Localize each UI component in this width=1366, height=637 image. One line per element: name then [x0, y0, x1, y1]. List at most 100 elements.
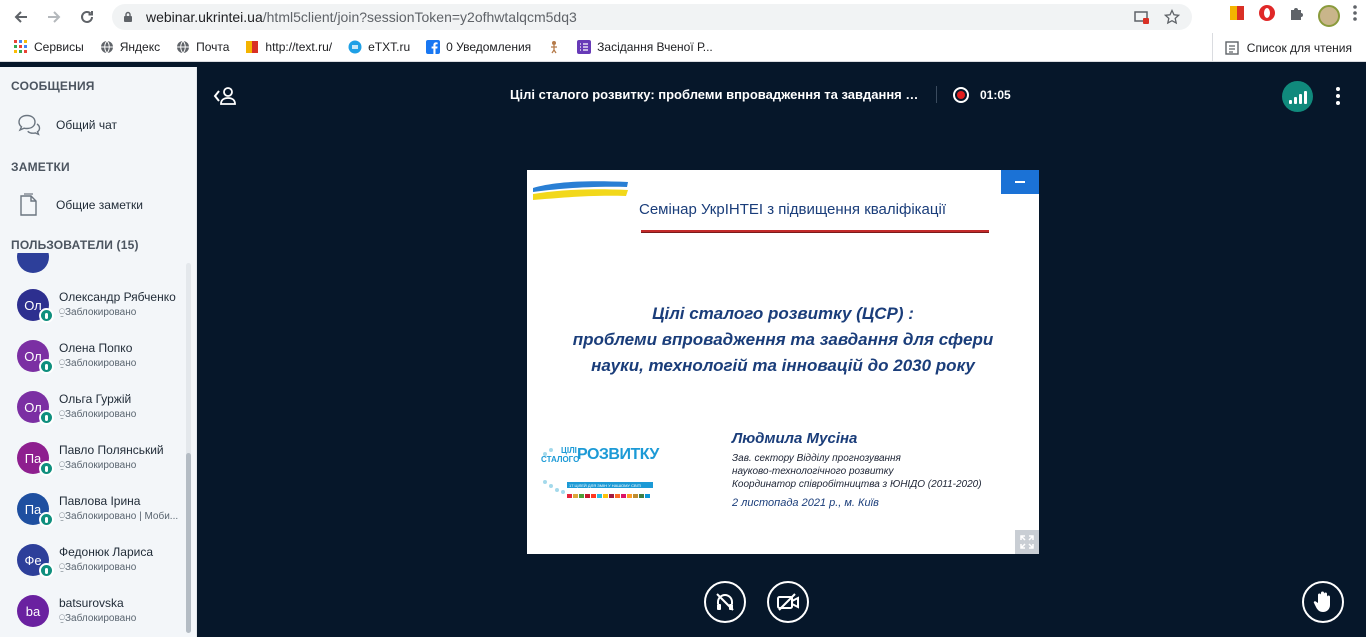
- bookmark-figure[interactable]: [547, 40, 561, 54]
- bookmark-label: 0 Уведомления: [446, 40, 532, 54]
- user-status: ⍜Заблокировано: [59, 409, 137, 420]
- signal-bar: [1298, 94, 1302, 104]
- opera-icon[interactable]: [1258, 4, 1276, 27]
- user-name: Павлова Ірина: [59, 494, 141, 508]
- microphone-icon: [39, 308, 54, 323]
- sdg-logo-small2: СТАЛОГО: [541, 455, 580, 464]
- url-host: webinar.ukrintei.ua: [146, 9, 263, 25]
- user-name: Олена Попко: [59, 341, 133, 355]
- reading-list-icon: [1225, 40, 1239, 55]
- user-list-item[interactable]: Па Павлова Ірина ⍜Заблокировано | Моби..…: [0, 487, 190, 538]
- forms-icon: [577, 40, 592, 54]
- user-list-item[interactable]: [0, 253, 190, 286]
- video-off-icon: [777, 593, 799, 611]
- profile-avatar[interactable]: [1318, 4, 1340, 27]
- textru-flag-icon: [246, 41, 259, 53]
- chevron-user-icon: [213, 87, 236, 105]
- address-bar[interactable]: webinar.ukrintei.ua/html5client/join?ses…: [112, 4, 1192, 30]
- raise-hand-icon: [1313, 591, 1330, 612]
- url-path: /html5client/join?sessionToken=y2ofhwtal…: [262, 9, 577, 25]
- etxt-icon: [348, 40, 362, 54]
- user-status: ⍜Заблокировано: [59, 613, 137, 624]
- recording-indicator[interactable]: [953, 87, 969, 103]
- sdg-logo-small: ЦІЛІ: [561, 446, 577, 455]
- bookmark-facebook[interactable]: 0 Уведомления: [426, 40, 531, 54]
- user-list-item[interactable]: Фе Федонюк Лариса ⍜Заблокировано: [0, 538, 190, 589]
- role-line: Зав. сектору Відділу прогнозування: [732, 453, 901, 464]
- user-list-item[interactable]: Ол Олена Попко ⍜Заблокировано: [0, 334, 190, 385]
- bookmark-textru[interactable]: http://text.ru/: [245, 40, 332, 54]
- avatar: [17, 253, 49, 273]
- forward-arrow-icon[interactable]: [41, 4, 67, 30]
- apps-grid-icon: [14, 40, 27, 53]
- minimize-presentation-button[interactable]: [1001, 170, 1039, 194]
- slide-title-line: проблеми впровадження та завдання для сф…: [572, 330, 994, 349]
- microphone-icon: [39, 359, 54, 374]
- figure-icon: [551, 41, 558, 54]
- slide-title-line: Цілі сталого розвитку (ЦСР) :: [652, 304, 914, 323]
- microphone-icon: [39, 512, 54, 527]
- notes-section-title: ЗАМЕТКИ: [11, 160, 70, 174]
- browser-toolbar: webinar.ukrintei.ua/html5client/join?ses…: [0, 0, 1366, 33]
- lock-icon: [124, 11, 132, 22]
- user-list-item[interactable]: Ол Ольга Гуржій ⍜Заблокировано: [0, 385, 190, 436]
- reading-list[interactable]: Список для чтения: [1211, 33, 1352, 62]
- shared-notes-item[interactable]: Общие заметки: [0, 183, 143, 227]
- sdg-logo-big: РОЗВИТКУ: [577, 446, 659, 463]
- share-webcam-button[interactable]: [767, 581, 809, 623]
- bookmark-label: Сервисы: [34, 40, 84, 54]
- blocked-popup-icon[interactable]: [1134, 9, 1150, 28]
- extensions-puzzle-icon[interactable]: [1288, 4, 1306, 27]
- user-status: ⍜Заблокировано: [59, 358, 137, 369]
- back-arrow-icon[interactable]: [8, 4, 34, 30]
- reload-icon[interactable]: [74, 4, 100, 30]
- user-list-item[interactable]: Па Павло Полянський ⍜Заблокировано: [0, 436, 190, 487]
- user-list[interactable]: Ол Олександр Рябченко ⍜Заблокировано Ол …: [0, 253, 196, 637]
- bookmark-forms[interactable]: Засідання Вченої Р...: [577, 40, 713, 54]
- scrollbar-thumb[interactable]: [186, 453, 191, 633]
- public-chat-item[interactable]: Общий чат: [0, 103, 117, 147]
- microphone-icon: [39, 461, 54, 476]
- fullscreen-button[interactable]: [1015, 530, 1039, 554]
- slide-seminar-title: Семінар УкрІНТЕІ з підвищення кваліфікац…: [639, 201, 946, 218]
- divider: [936, 86, 937, 103]
- public-chat-label: Общий чат: [56, 118, 117, 132]
- connection-status-button[interactable]: [1282, 81, 1313, 112]
- toggle-userlist-button[interactable]: [212, 85, 238, 107]
- options-menu-button[interactable]: [1328, 85, 1348, 107]
- fullscreen-icon: [1020, 535, 1034, 549]
- presentation-slide: Семінар УкрІНТЕІ з підвищення кваліфікац…: [527, 170, 1039, 554]
- user-list-item[interactable]: Ол Олександр Рябченко ⍜Заблокировано: [0, 283, 190, 334]
- messages-section-title: СООБЩЕНИЯ: [11, 79, 95, 93]
- ukraine-flag-brush-icon: [533, 181, 628, 200]
- chat-bubbles-icon: [18, 114, 41, 136]
- raise-hand-button[interactable]: [1302, 581, 1344, 623]
- signal-bar: [1293, 97, 1297, 104]
- user-name: Ольга Гуржій: [59, 392, 132, 406]
- user-status: ⍜Заблокировано: [59, 562, 137, 573]
- browser-menu-icon[interactable]: [1352, 4, 1358, 27]
- signal-bar: [1303, 91, 1307, 104]
- facebook-icon: [426, 40, 441, 54]
- headphones-off-icon: [716, 593, 734, 611]
- extension-flag-icon[interactable]: [1228, 4, 1246, 27]
- join-audio-button[interactable]: [704, 581, 746, 623]
- bookmark-services[interactable]: Сервисы: [14, 40, 84, 54]
- bookmark-yandex[interactable]: Яндекс: [100, 40, 160, 54]
- reading-list-label: Список для чтения: [1246, 40, 1352, 55]
- bookmark-etxt[interactable]: eTXT.ru: [348, 40, 410, 54]
- sidebar: СООБЩЕНИЯ Общий чат ЗАМЕТКИ Общие заметк…: [0, 67, 197, 637]
- bookmark-star-icon[interactable]: [1163, 8, 1181, 28]
- slide-main-title: Цілі сталого розвитку (ЦСР) : проблеми в…: [547, 301, 1019, 379]
- meeting-topbar: Цілі сталого розвитку: проблеми впровадж…: [198, 67, 1366, 123]
- role-line: Координатор співробітництва з ЮНІДО (201…: [732, 479, 982, 490]
- notes-document-icon: [20, 193, 37, 216]
- bookmark-label: eTXT.ru: [368, 40, 411, 54]
- slide-date: 2 листопада 2021 р., м. Київ: [732, 497, 879, 509]
- meeting-title: Цілі сталого розвитку: проблеми впровадж…: [510, 87, 920, 102]
- bookmark-mail[interactable]: Почта: [176, 40, 229, 54]
- user-list-scrollbar[interactable]: [186, 263, 191, 633]
- bookmark-label: Почта: [196, 40, 230, 54]
- user-list-item[interactable]: ba batsurovska ⍜Заблокировано: [0, 589, 190, 637]
- bookmark-label: Яндекс: [119, 40, 161, 54]
